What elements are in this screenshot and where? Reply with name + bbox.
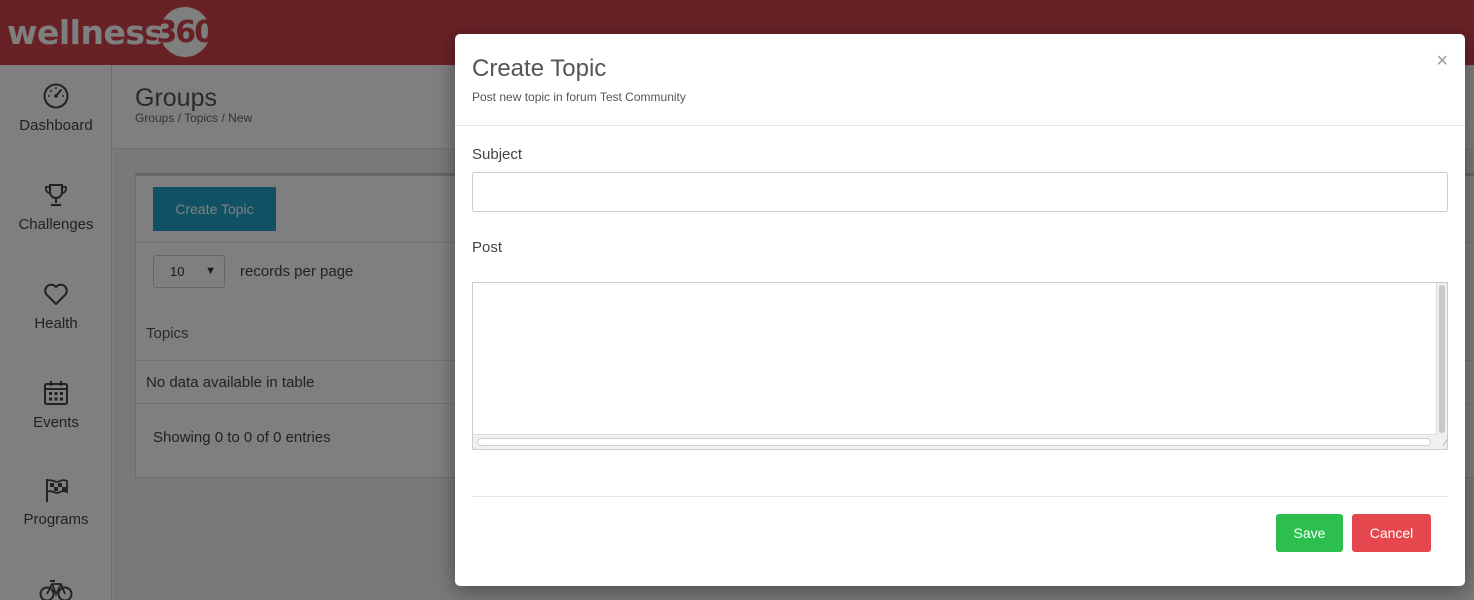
scrollbar-thumb[interactable] <box>1439 285 1445 433</box>
divider <box>472 496 1448 497</box>
post-textarea[interactable] <box>473 283 1437 433</box>
modal-title: Create Topic <box>472 55 607 82</box>
post-editor: ∕ <box>472 282 1448 450</box>
close-icon[interactable]: × <box>1436 51 1448 71</box>
vertical-scrollbar[interactable] <box>1436 283 1447 449</box>
scrollbar-thumb[interactable] <box>477 438 1431 446</box>
subject-input[interactable] <box>472 172 1448 212</box>
cancel-button[interactable]: Cancel <box>1352 514 1431 552</box>
create-topic-modal: Create Topic Post new topic in forum Tes… <box>455 34 1465 586</box>
post-label: Post <box>472 239 503 256</box>
horizontal-scrollbar[interactable] <box>473 434 1437 449</box>
modal-subtitle: Post new topic in forum Test Community <box>472 90 686 104</box>
save-button[interactable]: Save <box>1276 514 1343 552</box>
resize-handle-icon[interactable]: ∕ <box>1444 439 1446 448</box>
divider <box>455 125 1465 126</box>
subject-label: Subject <box>472 146 523 163</box>
